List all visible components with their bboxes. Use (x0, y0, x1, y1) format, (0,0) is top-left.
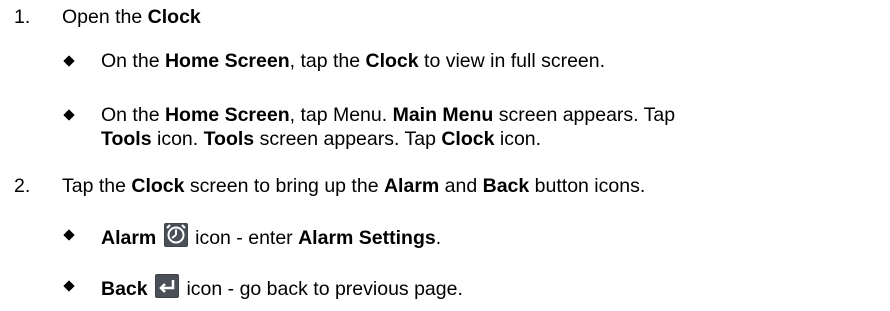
step-1-bullet-2-line-2: Tools icon. Tools screen appears. Tap Cl… (101, 127, 541, 151)
b11-b: , tap the (289, 50, 366, 72)
bullet-2-1 (63, 229, 75, 241)
s2-bold1: Clock (131, 175, 185, 197)
step-2-bullet-1-text: Alarm icon - enter Alarm Settings. (101, 223, 441, 250)
b21-bold2: Alarm Settings (298, 227, 436, 249)
step-1-bullet-2-line-1: On the Home Screen, tap Menu. Main Menu … (101, 103, 675, 127)
b12-a: On the (101, 104, 165, 126)
s2-b: screen to bring up the (184, 175, 384, 197)
step-1-bullet-1-text: On the Home Screen, tap the Clock to vie… (101, 49, 605, 73)
b22-end: icon - go back to previous page. (181, 278, 463, 300)
b12-d: icon. (151, 128, 204, 150)
b21-bold1: Alarm (101, 227, 157, 249)
b11-bold1: Home Screen (164, 50, 290, 72)
b12-c: screen appears. Tap (493, 104, 676, 126)
b12-bold1: Home Screen (164, 104, 290, 126)
step-2-text: Tap the Clock screen to bring up the Ala… (62, 174, 645, 198)
b12-bold4: Tools (203, 128, 255, 150)
b11-a: On the (101, 50, 165, 72)
step-1-text: Open the Clock (62, 5, 201, 29)
b12-e: screen appears. Tap (254, 128, 442, 150)
step-2-bullet-2-text: Back icon - go back to previous page. (101, 274, 463, 301)
b21-end: . (435, 227, 442, 249)
b12-bold2: Main Menu (392, 104, 494, 126)
step-2-number: 2. (14, 175, 31, 197)
b12-bold3: Tools (101, 128, 152, 150)
bullet-1-2 (63, 109, 75, 121)
b12-bold5: Clock (441, 128, 495, 150)
s2-bold2: Alarm (383, 175, 440, 197)
alarm-icon (163, 223, 188, 247)
s2-d: button icons. (529, 175, 646, 197)
bullet-1-1 (63, 55, 75, 67)
step-1-bold: Clock (147, 6, 201, 28)
b12-f: icon. (494, 128, 542, 150)
b21-a: icon - enter (189, 227, 299, 249)
step-1-text-a: Open the (62, 6, 148, 28)
b11-bold2: Clock (365, 50, 419, 72)
bullet-2-2 (63, 280, 75, 292)
b22-bold1: Back (101, 278, 148, 300)
b11-c: to view in full screen. (418, 50, 606, 72)
back-icon (155, 274, 180, 298)
s2-c: and (439, 175, 483, 197)
step-1-number: 1. (14, 6, 31, 28)
s2-bold3: Back (482, 175, 530, 197)
b12-b: , tap Menu. (289, 104, 393, 126)
s2-a: Tap the (62, 175, 132, 197)
